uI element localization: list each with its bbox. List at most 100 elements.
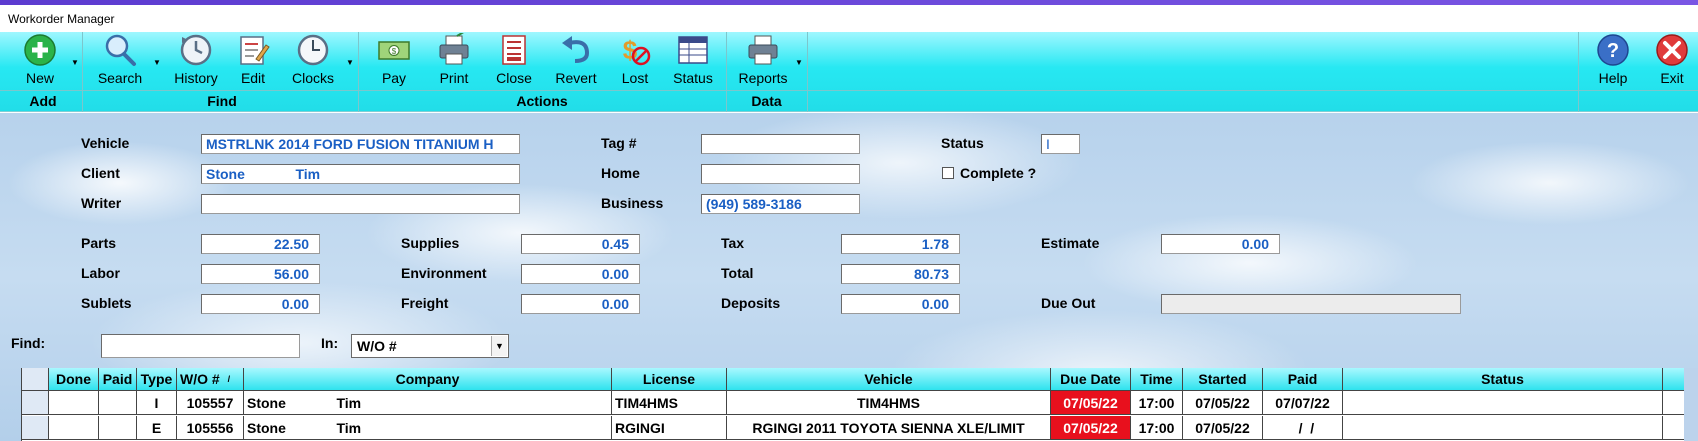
find-input[interactable]	[101, 334, 300, 358]
complete-checkbox[interactable]	[942, 167, 954, 179]
printer-icon	[439, 33, 469, 65]
reports-dropdown-arrow[interactable]: ▼	[794, 56, 804, 68]
deposits-field[interactable]: 0.00	[841, 294, 960, 314]
col-header-done[interactable]: Done	[49, 368, 99, 390]
clocks-dropdown-arrow[interactable]: ▼	[345, 56, 355, 68]
cell-wo: 105556	[177, 416, 244, 439]
close-document-icon	[502, 35, 526, 65]
cell-company: Stone Tim	[244, 391, 612, 414]
cell-started: 07/05/22	[1183, 416, 1263, 439]
supplies-field[interactable]: 0.45	[521, 234, 640, 254]
cell-due-date: 07/05/22	[1051, 416, 1131, 439]
search-dropdown-arrow[interactable]: ▼	[152, 56, 162, 68]
freight-field[interactable]: 0.00	[521, 294, 640, 314]
status-label: Status	[673, 70, 713, 86]
table-row[interactable]: I 105557 Stone Tim TIM4HMS TIM4HMS 07/05…	[22, 391, 1685, 415]
status-field-label: Status	[941, 135, 984, 151]
col-header-status[interactable]: Status	[1343, 368, 1663, 390]
exit-label: Exit	[1660, 70, 1684, 86]
edit-button[interactable]: Edit	[230, 32, 276, 90]
exit-button[interactable]: Exit	[1650, 32, 1694, 90]
history-label: History	[174, 70, 218, 86]
help-question-icon: ?	[1597, 34, 1629, 66]
cell-due-date: 07/05/22	[1051, 391, 1131, 414]
total-field[interactable]: 80.73	[841, 264, 960, 284]
status-field[interactable]: I	[1041, 134, 1080, 154]
history-button[interactable]: History	[165, 32, 227, 90]
cell-type: I	[137, 391, 177, 414]
estimate-field[interactable]: 0.00	[1161, 234, 1280, 254]
cell-paid-date: 07/07/22	[1263, 391, 1343, 414]
new-dropdown-arrow[interactable]: ▼	[70, 56, 80, 68]
labor-label: Labor	[81, 265, 120, 281]
close-button[interactable]: Close	[490, 32, 538, 90]
ribbon-toolbar: New ▼ Search ▼ History Edit Clocks ▼ $ P…	[0, 32, 1698, 112]
col-header-company[interactable]: Company	[244, 368, 612, 390]
tag-field[interactable]	[701, 134, 860, 154]
col-header-paid-date[interactable]: Paid	[1263, 368, 1343, 390]
help-button[interactable]: ? Help	[1588, 32, 1638, 90]
col-header-wo-text: W/O #	[180, 371, 220, 387]
environment-field[interactable]: 0.00	[521, 264, 640, 284]
home-label: Home	[601, 165, 640, 181]
sublets-field[interactable]: 0.00	[201, 294, 320, 314]
complete-label: Complete ?	[960, 165, 1037, 181]
clocks-button[interactable]: Clocks	[286, 32, 340, 90]
cell-time: 17:00	[1131, 416, 1183, 439]
row-selector[interactable]	[22, 416, 49, 439]
col-header-type[interactable]: Type	[137, 368, 177, 390]
find-in-selected: W/O #	[357, 338, 397, 354]
print-label: Print	[439, 70, 469, 86]
vehicle-field[interactable]: MSTRLNK 2014 FORD FUSION TITANIUM H	[201, 134, 520, 154]
cell-status	[1343, 391, 1663, 414]
cell-vehicle: TIM4HMS	[727, 391, 1051, 414]
parts-field[interactable]: 22.50	[201, 234, 320, 254]
group-label-data: Data	[751, 93, 782, 109]
search-label: Search	[97, 70, 143, 86]
new-button[interactable]: New	[10, 32, 70, 90]
due-out-field[interactable]	[1161, 294, 1461, 314]
client-field[interactable]: Stone Tim	[201, 164, 520, 184]
cell-license: RGINGI	[612, 416, 727, 439]
business-phone-field[interactable]: (949) 589-3186	[701, 194, 860, 214]
money-icon: $	[378, 41, 410, 60]
status-grid-icon	[678, 36, 708, 64]
col-header-time[interactable]: Time	[1131, 368, 1183, 390]
col-header-started[interactable]: Started	[1183, 368, 1263, 390]
window-titlebar: Workorder Manager	[0, 5, 1698, 32]
pay-button[interactable]: $ Pay	[370, 32, 418, 90]
client-label: Client	[81, 165, 120, 181]
cell-company: Stone Tim	[244, 416, 612, 439]
col-header-wo[interactable]: W/O # /	[177, 368, 244, 390]
writer-field[interactable]	[201, 194, 520, 214]
status-button[interactable]: Status	[668, 32, 718, 90]
total-label: Total	[721, 265, 754, 281]
due-out-label: Due Out	[1041, 295, 1096, 311]
col-header-due-date[interactable]: Due Date	[1051, 368, 1131, 390]
home-phone-field[interactable]	[701, 164, 860, 184]
col-header-license[interactable]: License	[612, 368, 727, 390]
cell-time: 17:00	[1131, 391, 1183, 414]
print-button[interactable]: Print	[430, 32, 478, 90]
tax-field[interactable]: 1.78	[841, 234, 960, 254]
undo-arrow-icon	[562, 36, 590, 63]
lost-button[interactable]: $ Lost	[612, 32, 658, 90]
business-label: Business	[601, 195, 664, 211]
labor-field[interactable]: 56.00	[201, 264, 320, 284]
table-scroll-gutter[interactable]	[1684, 368, 1698, 441]
row-selector[interactable]	[22, 391, 49, 414]
tag-label: Tag #	[601, 135, 637, 151]
magnifier-icon	[105, 34, 136, 66]
chevron-down-icon: ▼	[491, 336, 507, 356]
revert-button[interactable]: Revert	[550, 32, 602, 90]
col-header-vehicle[interactable]: Vehicle	[727, 368, 1051, 390]
search-button[interactable]: Search	[90, 32, 150, 90]
clock-icon	[297, 34, 329, 66]
col-header-paid[interactable]: Paid	[99, 368, 137, 390]
reports-button[interactable]: Reports	[734, 32, 792, 90]
cell-started: 07/05/22	[1183, 391, 1263, 414]
find-in-select[interactable]: W/O # ▼	[351, 334, 509, 358]
cell-done	[49, 391, 99, 414]
estimate-label: Estimate	[1041, 235, 1100, 251]
table-row[interactable]: E 105556 Stone Tim RGINGI RGINGI 2011 TO…	[22, 416, 1685, 440]
